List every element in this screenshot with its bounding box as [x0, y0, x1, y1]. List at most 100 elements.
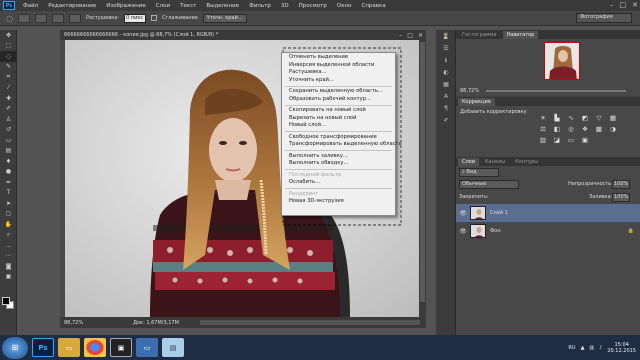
blur-tool-icon[interactable]: ♦ [0, 156, 17, 167]
vibrance-icon[interactable]: ▽ [594, 113, 604, 122]
marquee-tool-icon[interactable]: ⬚ [0, 41, 17, 52]
lasso-tool-icon[interactable]: ◌ [0, 51, 17, 62]
context-menu-item[interactable]: Ослабить... [282, 179, 395, 187]
menu-select[interactable]: Выделение [201, 3, 244, 9]
chrome-taskbar-icon[interactable] [84, 338, 106, 357]
invert-icon[interactable]: ◑ [608, 124, 618, 133]
layer-row-background[interactable]: 👁 Фон 🔒 [456, 222, 640, 240]
brush-tool-icon[interactable]: ✐ [0, 104, 17, 115]
context-menu-item[interactable]: Вырезать на новый слой [282, 115, 395, 123]
color-balance-icon[interactable]: ⚖ [538, 124, 548, 133]
close-icon[interactable]: ✕ [632, 1, 638, 9]
brightness-contrast-icon[interactable]: ☀ [538, 113, 548, 122]
quick-mask-icon[interactable]: ◙ [0, 261, 17, 272]
antialias-checkbox[interactable] [151, 15, 158, 21]
fill-input[interactable]: 100% [612, 193, 630, 202]
curves-icon[interactable]: ∿ [566, 113, 576, 122]
context-menu-item[interactable]: Уточнить край... [282, 77, 395, 85]
tab-navigator[interactable]: Навигатор [502, 31, 539, 39]
eraser-tool-icon[interactable]: ▭ [0, 135, 17, 146]
document-tab[interactable]: 66666666666666666 - копия.jpg @ 88,7% (С… [60, 30, 426, 40]
type-tool-icon[interactable]: T [0, 188, 17, 199]
menu-filter[interactable]: Фильтр [244, 3, 276, 9]
foreground-color-swatch[interactable] [2, 297, 10, 305]
language-indicator[interactable]: RU [568, 345, 575, 351]
menu-image[interactable]: Изображение [101, 3, 151, 9]
tray-arrow-icon[interactable]: ▲ [581, 345, 585, 351]
move-tool-icon[interactable]: ✥ [0, 30, 17, 41]
context-menu-item[interactable]: Инверсия выделенной области [282, 62, 395, 70]
threshold-icon[interactable]: ◪ [552, 135, 562, 144]
context-menu-item[interactable]: Сохранить выделенную область... [282, 88, 395, 96]
navigator-zoom-slider[interactable] [486, 90, 626, 92]
character-panel-icon[interactable]: A [436, 90, 456, 102]
feather-input[interactable]: 0 пикс [124, 13, 147, 23]
quick-select-tool-icon[interactable]: ✎ [0, 62, 17, 73]
eye-icon[interactable]: 👁 [456, 228, 470, 235]
layer-row-layer1[interactable]: 👁 Слой 1 [456, 204, 640, 222]
history-brush-tool-icon[interactable]: ↺ [0, 125, 17, 136]
context-menu-item[interactable]: Свободное трансформирование [282, 134, 395, 142]
paragraph-panel-icon[interactable]: ¶ [436, 102, 456, 114]
menu-layers[interactable]: Слои [151, 3, 175, 9]
status-zoom[interactable]: 88,72% [64, 320, 83, 326]
lasso-tool-preset-icon[interactable]: ◌ [6, 14, 13, 23]
tab-corrections[interactable]: Коррекция [458, 98, 495, 106]
menu-edit[interactable]: Редактирование [43, 3, 101, 9]
monitor-taskbar-icon[interactable]: ▭ [136, 338, 158, 357]
brush-panel-icon[interactable]: ✐ [436, 114, 456, 126]
context-menu-item[interactable]: Отменить выделение [282, 54, 395, 62]
blend-mode-select[interactable]: Обычные [459, 180, 519, 189]
eye-icon[interactable]: 👁 [456, 210, 470, 217]
context-menu-item[interactable]: Растушевка... [282, 69, 395, 77]
volume-icon[interactable]: ♪ [599, 345, 602, 351]
zoom-tool-icon[interactable]: ⌕ [0, 230, 17, 241]
more-tools-icon[interactable]: … [0, 240, 17, 251]
subtract-selection-button[interactable] [51, 13, 64, 23]
menu-window[interactable]: Окно [332, 3, 357, 9]
clone-stamp-tool-icon[interactable]: ♙ [0, 114, 17, 125]
shape-tool-icon[interactable]: ▢ [0, 209, 17, 220]
opacity-input[interactable]: 100% [612, 180, 630, 189]
history-panel-icon[interactable]: ⌛ [436, 30, 456, 42]
doc-close-icon[interactable]: ✕ [418, 32, 423, 39]
start-button[interactable]: ⊞ [2, 336, 28, 359]
layer-filter-select[interactable]: ⌕ Вид [459, 168, 499, 177]
doc-maximize-icon[interactable]: □ [407, 32, 413, 39]
gradient-tool-icon[interactable]: ▤ [0, 146, 17, 157]
eyedropper-tool-icon[interactable]: ⁄ [0, 83, 17, 94]
hand-tool-icon[interactable]: ✋ [0, 219, 17, 230]
menu-3d[interactable]: 3D [276, 3, 294, 9]
photoshop-taskbar-icon[interactable]: Ps [32, 338, 54, 357]
color-panel-icon[interactable]: ◐ [436, 66, 456, 78]
horizontal-scrollbar[interactable] [200, 320, 420, 325]
color-lookup-icon[interactable]: ▩ [594, 124, 604, 133]
maximize-icon[interactable]: □ [620, 1, 627, 9]
add-selection-button[interactable] [34, 13, 47, 23]
swatches-panel-icon[interactable]: ▦ [436, 78, 456, 90]
photo-filter-icon[interactable]: ◎ [566, 124, 576, 133]
network-icon[interactable]: ▥ [589, 345, 594, 351]
minimize-icon[interactable]: – [610, 1, 614, 9]
posterize-icon[interactable]: ▥ [538, 135, 548, 144]
doc-minimize-icon[interactable]: – [399, 32, 402, 39]
layer-name[interactable]: Фон [490, 228, 501, 234]
hue-saturation-icon[interactable]: ▦ [608, 113, 618, 122]
context-menu-item[interactable]: Выполнить заливку... [282, 153, 395, 161]
workspace-select[interactable]: Фотография [576, 13, 632, 23]
menu-type[interactable]: Текст [175, 3, 201, 9]
path-select-tool-icon[interactable]: ➤ [0, 198, 17, 209]
levels-icon[interactable]: ▙ [552, 113, 562, 122]
black-white-icon[interactable]: ◧ [552, 124, 562, 133]
tab-paths[interactable]: Контуры [511, 158, 542, 166]
gradient-map-icon[interactable]: ▭ [566, 135, 576, 144]
context-menu-item[interactable]: Новый слой... [282, 122, 395, 130]
tab-histogram[interactable]: Гистограмма [458, 31, 501, 39]
layer-name[interactable]: Слой 1 [490, 210, 508, 216]
channel-mixer-icon[interactable]: ❖ [580, 124, 590, 133]
properties-panel-icon[interactable]: ☰ [436, 42, 456, 54]
tab-layers[interactable]: Слои [458, 158, 479, 166]
tab-channels[interactable]: Каналы [481, 158, 509, 166]
new-selection-button[interactable] [17, 13, 30, 23]
dodge-tool-icon[interactable]: ● [0, 167, 17, 178]
